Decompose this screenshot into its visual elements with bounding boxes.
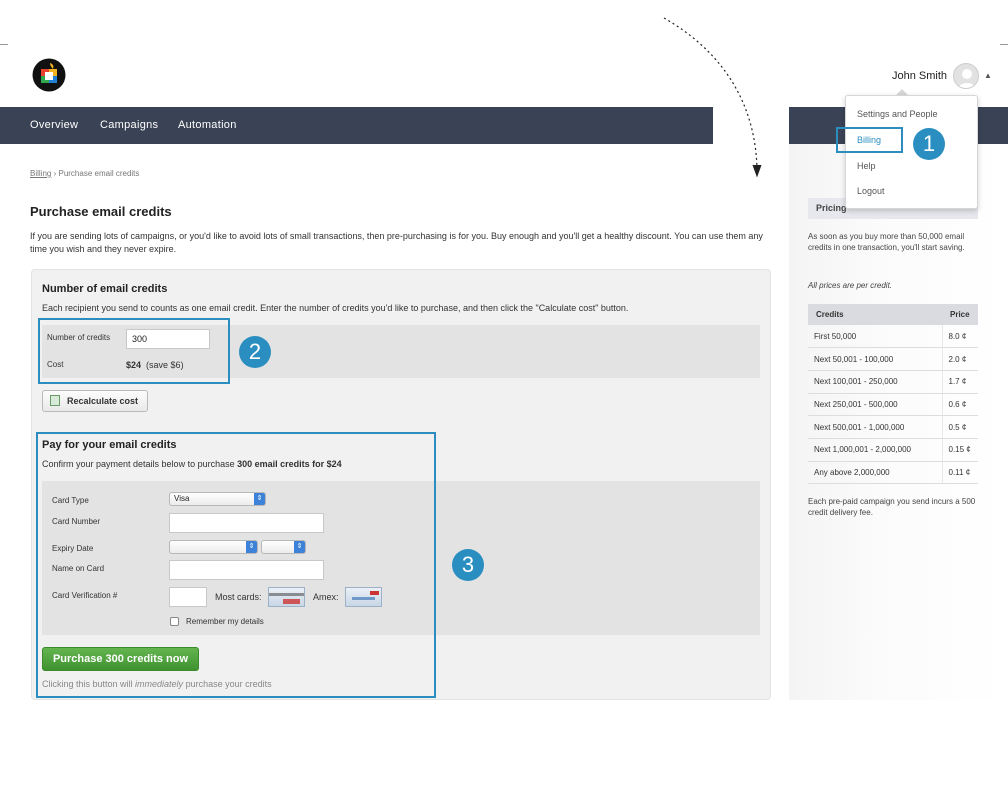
dashed-arrow-icon — [663, 17, 762, 178]
credit-range: Next 50,001 - 100,000 — [808, 347, 942, 371]
table-row: First 50,000 8.0 ¢ — [808, 325, 978, 349]
billing-highlight-box — [836, 127, 903, 153]
payment-highlight-box — [36, 432, 436, 698]
breadcrumb-parent[interactable]: Billing — [30, 169, 51, 178]
user-name[interactable]: John Smith — [892, 70, 947, 82]
pricing-note: All prices are per credit. — [808, 281, 893, 290]
callout-badge-3: 3 — [452, 549, 484, 581]
corner-mark-left — [0, 44, 8, 45]
calculator-icon — [50, 395, 60, 406]
credit-range: Next 250,001 - 500,000 — [808, 393, 942, 417]
callout-badge-1: 1 — [913, 128, 945, 160]
pricing-footer: Each pre-paid campaign you send incurs a… — [808, 497, 976, 517]
avatar[interactable] — [953, 63, 979, 89]
nav-overview[interactable]: Overview — [30, 119, 78, 131]
pricing-intro: As soon as you buy more than 50,000 emai… — [808, 232, 965, 252]
credit-price: 0.15 ¢ — [941, 438, 978, 462]
credits-section-title: Number of email credits — [42, 283, 168, 295]
credit-range: Next 500,001 - 1,000,000 — [808, 415, 942, 439]
credit-price: 0.6 ¢ — [941, 393, 978, 417]
user-silhouette-icon — [958, 69, 976, 88]
caret-down-icon[interactable]: ▲ — [984, 71, 992, 80]
menu-item-settings[interactable]: Settings and People — [857, 109, 938, 119]
menu-item-logout[interactable]: Logout — [857, 186, 885, 196]
credit-price: 2.0 ¢ — [941, 347, 978, 371]
col-price-header: Price — [942, 304, 978, 325]
table-row: Next 1,000,001 - 2,000,000 0.15 ¢ — [808, 438, 978, 462]
corner-mark-right — [1000, 44, 1008, 45]
breadcrumb-separator: › — [53, 169, 57, 178]
credit-range: Next 100,001 - 250,000 — [808, 370, 942, 394]
page-title: Purchase email credits — [30, 204, 172, 219]
table-row: Next 250,001 - 500,000 0.6 ¢ — [808, 393, 978, 417]
credit-price: 1.7 ¢ — [941, 370, 978, 394]
nav-campaigns[interactable]: Campaigns — [100, 119, 158, 131]
nav-automation[interactable]: Automation — [178, 119, 237, 131]
breadcrumb: Billing › Purchase email credits — [30, 169, 139, 178]
credit-range: Next 1,000,001 - 2,000,000 — [808, 438, 942, 462]
table-row: Next 100,001 - 250,000 1.7 ¢ — [808, 370, 978, 394]
credit-range: First 50,000 — [808, 325, 942, 349]
col-credits-header: Credits — [808, 304, 942, 325]
menu-item-help[interactable]: Help — [857, 161, 876, 171]
brand-logo-icon — [32, 58, 66, 92]
breadcrumb-current: Purchase email credits — [58, 169, 140, 178]
credits-highlight-box — [38, 318, 230, 384]
credit-price: 0.5 ¢ — [941, 415, 978, 439]
credits-description: Each recipient you send to counts as one… — [42, 303, 629, 313]
table-row: Next 50,001 - 100,000 2.0 ¢ — [808, 347, 978, 371]
pricing-table: Credits Price First 50,000 8.0 ¢ Next 50,… — [808, 304, 978, 485]
table-row: Any above 2,000,000 0.11 ¢ — [808, 461, 978, 485]
callout-badge-2: 2 — [239, 336, 271, 368]
page-intro: If you are sending lots of campaigns, or… — [30, 231, 763, 254]
credit-range: Any above 2,000,000 — [808, 461, 942, 485]
table-row: Next 500,001 - 1,000,000 0.5 ¢ — [808, 415, 978, 439]
credit-price: 0.11 ¢ — [941, 461, 978, 485]
recalculate-label: Recalculate cost — [67, 396, 139, 406]
credit-price: 8.0 ¢ — [941, 325, 978, 349]
